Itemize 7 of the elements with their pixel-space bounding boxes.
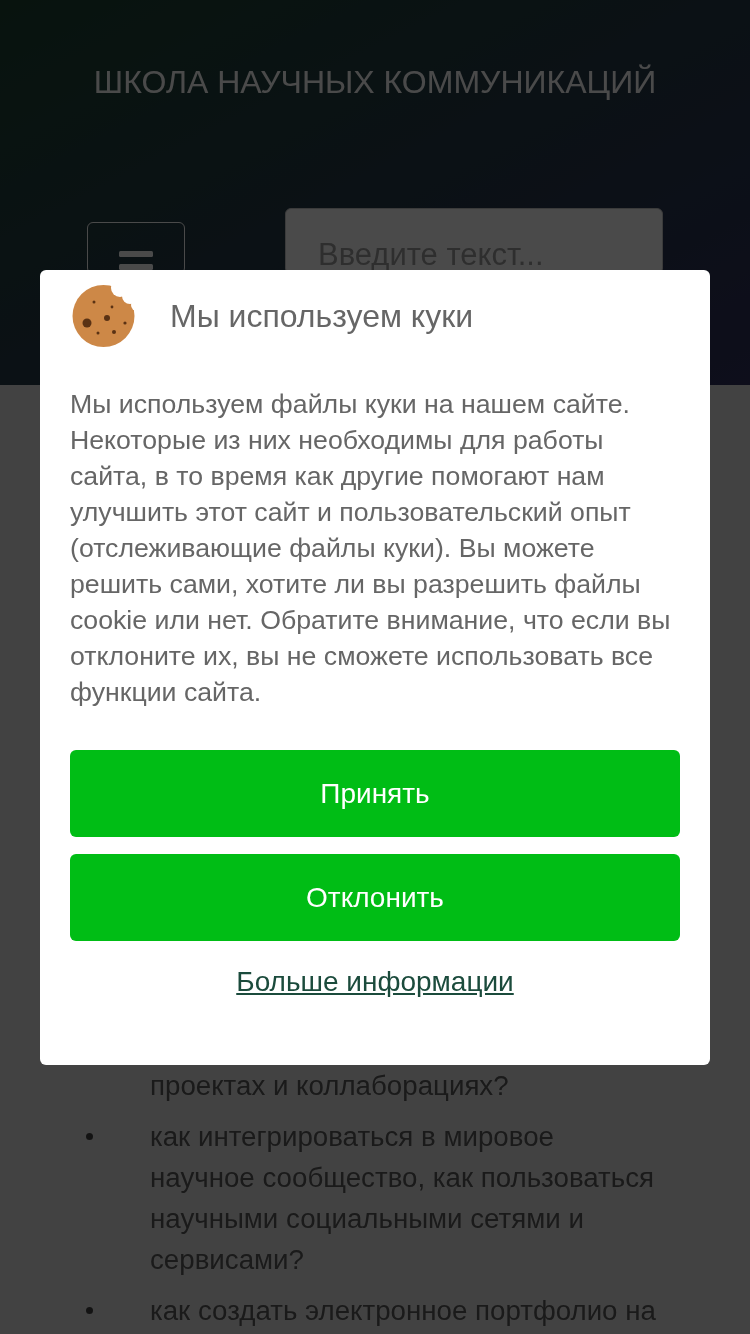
dialog-button[interactable]: Принять bbox=[70, 750, 680, 837]
more-info-link[interactable]: Больше информации bbox=[236, 966, 514, 998]
cookie-icon bbox=[70, 285, 137, 347]
dialog-text: Мы используем файлы куки на нашем сайте. Некоторые из них необходимы для работы сайта, в то время как другие помогают нам улучшить этот сайт и пользовательский опыт (отслеживающие файлы куки). Вы можете решить сами, хотите ли вы разрешить файлы cookie или нет. Обратите внимание, что если вы отклоните их, вы не сможете использовать все функции сайта. bbox=[70, 388, 672, 709]
dialog-button[interactable]: Отклонить bbox=[70, 854, 680, 941]
site-title: ШКОЛА НАУЧНЫХ КОММУНИКАЦИЙ bbox=[93, 63, 657, 101]
dialog-title: Мы используем куки bbox=[170, 297, 474, 335]
